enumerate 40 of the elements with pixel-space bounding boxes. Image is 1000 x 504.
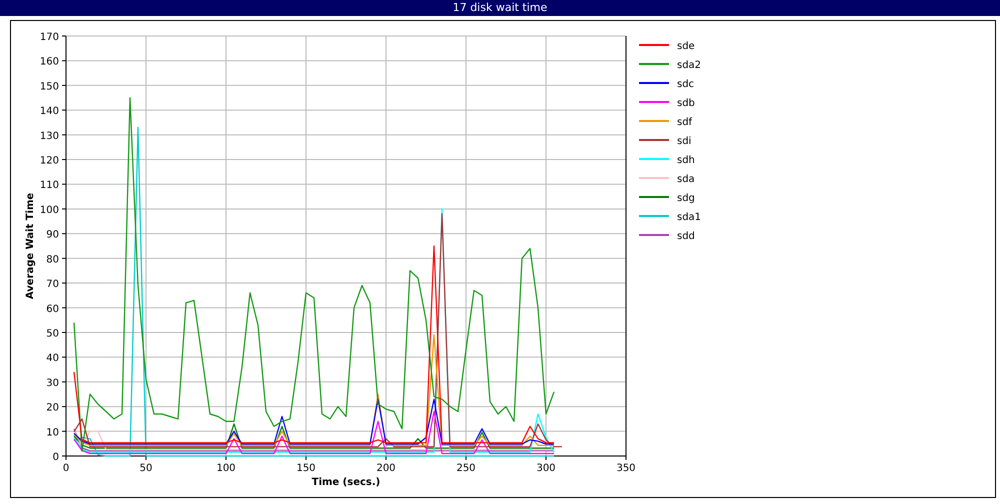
legend-label: sde — [677, 41, 695, 52]
y-tick-label: 50 — [46, 328, 59, 340]
y-tick-label: 20 — [46, 402, 59, 414]
y-tick-label: 140 — [40, 106, 59, 118]
y-tick-label: 70 — [46, 279, 59, 290]
y-tick-label: 40 — [46, 353, 59, 364]
window-title: 17 disk wait time — [0, 0, 1000, 16]
y-tick-label: 160 — [40, 56, 59, 68]
y-tick-label: 170 — [40, 32, 59, 43]
x-tick-label: 200 — [376, 463, 396, 474]
legend-label: sdh — [677, 155, 695, 166]
y-tick-label: 80 — [46, 254, 59, 266]
x-tick-label: 150 — [296, 463, 316, 474]
y-tick-label: 10 — [46, 427, 59, 438]
x-tick-label: 50 — [140, 463, 152, 474]
legend-label: sdc — [677, 79, 694, 90]
y-axis-label: Average Wait Time — [25, 192, 36, 300]
x-tick-label: 300 — [536, 463, 556, 474]
legend-label: sdf — [677, 117, 692, 128]
x-tick-label: 100 — [216, 463, 236, 474]
x-tick-label: 250 — [456, 463, 476, 474]
y-tick-label: 130 — [40, 130, 59, 142]
legend-label: sdb — [677, 98, 695, 109]
x-tick-label: 350 — [616, 463, 636, 474]
y-tick-label: 100 — [40, 204, 59, 216]
legend-label: sdg — [677, 193, 695, 204]
x-axis-label: Time (secs.) — [312, 477, 380, 488]
x-tick-label: 0 — [62, 463, 70, 474]
legend-label: sda — [677, 174, 695, 185]
legend-label: sdi — [677, 136, 692, 147]
y-tick-label: 150 — [40, 81, 59, 92]
y-tick-label: 120 — [40, 156, 59, 167]
y-tick-label: 110 — [40, 180, 59, 192]
legend-label: sda2 — [677, 60, 702, 71]
legend-label: sda1 — [677, 212, 702, 223]
legend-label: sdd — [677, 231, 695, 242]
y-tick-label: 60 — [46, 304, 59, 315]
y-tick-label: 0 — [52, 452, 59, 463]
y-tick-label: 30 — [46, 378, 59, 389]
y-tick-label: 90 — [46, 230, 59, 241]
